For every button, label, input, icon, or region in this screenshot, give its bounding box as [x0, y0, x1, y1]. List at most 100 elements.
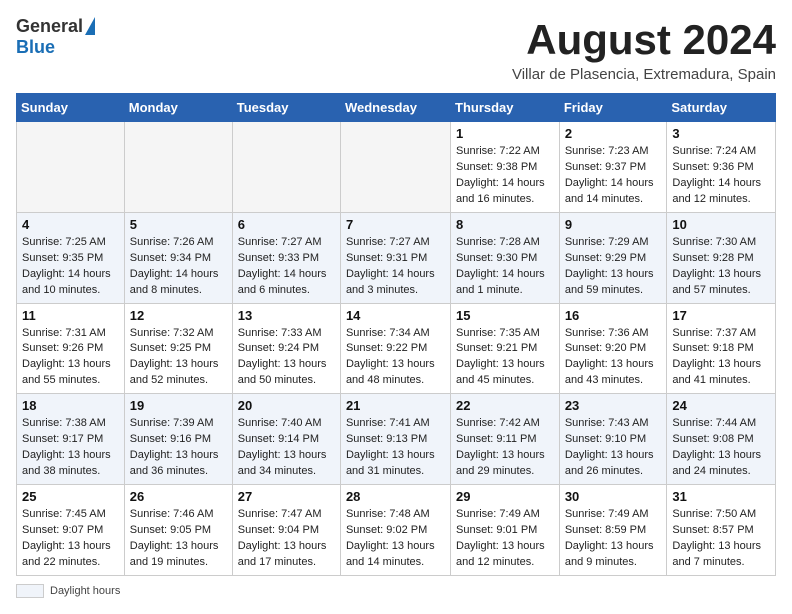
- day-info: Sunrise: 7:27 AM Sunset: 9:31 PM Dayligh…: [346, 235, 445, 299]
- col-header-tuesday: Tuesday: [232, 94, 340, 122]
- day-number: 4: [22, 217, 119, 232]
- day-info: Sunrise: 7:33 AM Sunset: 9:24 PM Dayligh…: [238, 326, 335, 390]
- calendar-cell: [340, 122, 450, 213]
- day-number: 17: [672, 308, 770, 323]
- calendar-cell: 9 Sunrise: 7:29 AM Sunset: 9:29 PM Daylig…: [559, 212, 667, 303]
- day-info: Sunrise: 7:31 AM Sunset: 9:26 PM Dayligh…: [22, 326, 119, 390]
- calendar-cell: 12 Sunrise: 7:32 AM Sunset: 9:25 PM Dayli…: [124, 303, 232, 394]
- day-info: Sunrise: 7:35 AM Sunset: 9:21 PM Dayligh…: [456, 326, 554, 390]
- day-number: 20: [238, 398, 335, 413]
- calendar-cell: 21 Sunrise: 7:41 AM Sunset: 9:13 PM Dayli…: [340, 394, 450, 485]
- col-header-thursday: Thursday: [451, 94, 560, 122]
- day-number: 21: [346, 398, 445, 413]
- day-number: 24: [672, 398, 770, 413]
- day-number: 7: [346, 217, 445, 232]
- logo-blue: Blue: [16, 37, 55, 58]
- calendar-cell: 10Sunrise: 7:30 AM Sunset: 9:28 PM Dayli…: [667, 212, 776, 303]
- calendar-cell: 15Sunrise: 7:35 AM Sunset: 9:21 PM Dayli…: [451, 303, 560, 394]
- day-info: Sunrise: 7:29 AM Sunset: 9:29 PM Dayligh…: [565, 235, 662, 299]
- day-info: Sunrise: 7:30 AM Sunset: 9:28 PM Dayligh…: [672, 235, 770, 299]
- day-number: 13: [238, 308, 335, 323]
- day-info: Sunrise: 7:39 AM Sunset: 9:16 PM Dayligh…: [130, 416, 227, 480]
- calendar-cell: 19 Sunrise: 7:39 AM Sunset: 9:16 PM Dayli…: [124, 394, 232, 485]
- day-number: 6: [238, 217, 335, 232]
- day-number: 1: [456, 126, 554, 141]
- day-info: Sunrise: 7:32 AM Sunset: 9:25 PM Dayligh…: [130, 326, 227, 390]
- day-info: Sunrise: 7:24 AM Sunset: 9:36 PM Dayligh…: [672, 144, 770, 208]
- day-info: Sunrise: 7:27 AM Sunset: 9:33 PM Dayligh…: [238, 235, 335, 299]
- calendar-cell: 17 Sunrise: 7:37 AM Sunset: 9:18 PM Dayli…: [667, 303, 776, 394]
- day-info: Sunrise: 7:22 AM Sunset: 9:38 PM Dayligh…: [456, 144, 554, 208]
- logo-triangle-icon: [85, 17, 95, 35]
- day-number: 16: [565, 308, 662, 323]
- day-info: Sunrise: 7:42 AM Sunset: 9:11 PM Dayligh…: [456, 416, 554, 480]
- col-header-monday: Monday: [124, 94, 232, 122]
- col-header-friday: Friday: [559, 94, 667, 122]
- calendar-cell: [124, 122, 232, 213]
- calendar-cell: 29 Sunrise: 7:49 AM Sunset: 9:01 PM Dayli…: [451, 485, 560, 576]
- day-info: Sunrise: 7:36 AM Sunset: 9:20 PM Dayligh…: [565, 326, 662, 390]
- calendar-cell: 6 Sunrise: 7:27 AM Sunset: 9:33 PM Daylig…: [232, 212, 340, 303]
- day-info: Sunrise: 7:50 AM Sunset: 8:57 PM Dayligh…: [672, 507, 770, 571]
- day-info: Sunrise: 7:40 AM Sunset: 9:14 PM Dayligh…: [238, 416, 335, 480]
- day-number: 5: [130, 217, 227, 232]
- day-info: Sunrise: 7:37 AM Sunset: 9:18 PM Dayligh…: [672, 326, 770, 390]
- day-number: 30: [565, 489, 662, 504]
- day-info: Sunrise: 7:49 AM Sunset: 8:59 PM Dayligh…: [565, 507, 662, 571]
- calendar-table: SundayMondayTuesdayWednesdayThursdayFrid…: [16, 93, 776, 576]
- footer-daylight: Daylight hours: [16, 584, 120, 598]
- day-info: Sunrise: 7:47 AM Sunset: 9:04 PM Dayligh…: [238, 507, 335, 571]
- logo-general: General: [16, 16, 83, 37]
- calendar-cell: 24 Sunrise: 7:44 AM Sunset: 9:08 PM Dayli…: [667, 394, 776, 485]
- day-number: 11: [22, 308, 119, 323]
- calendar-cell: 8Sunrise: 7:28 AM Sunset: 9:30 PM Daylig…: [451, 212, 560, 303]
- day-number: 25: [22, 489, 119, 504]
- day-info: Sunrise: 7:44 AM Sunset: 9:08 PM Dayligh…: [672, 416, 770, 480]
- day-number: 29: [456, 489, 554, 504]
- day-number: 31: [672, 489, 770, 504]
- day-info: Sunrise: 7:46 AM Sunset: 9:05 PM Dayligh…: [130, 507, 227, 571]
- day-info: Sunrise: 7:41 AM Sunset: 9:13 PM Dayligh…: [346, 416, 445, 480]
- day-info: Sunrise: 7:38 AM Sunset: 9:17 PM Dayligh…: [22, 416, 119, 480]
- calendar-cell: 26Sunrise: 7:46 AM Sunset: 9:05 PM Dayli…: [124, 485, 232, 576]
- day-info: Sunrise: 7:28 AM Sunset: 9:30 PM Dayligh…: [456, 235, 554, 299]
- day-number: 3: [672, 126, 770, 141]
- day-info: Sunrise: 7:34 AM Sunset: 9:22 PM Dayligh…: [346, 326, 445, 390]
- col-header-sunday: Sunday: [17, 94, 125, 122]
- calendar-cell: 28Sunrise: 7:48 AM Sunset: 9:02 PM Dayli…: [340, 485, 450, 576]
- day-info: Sunrise: 7:23 AM Sunset: 9:37 PM Dayligh…: [565, 144, 662, 208]
- day-number: 22: [456, 398, 554, 413]
- day-number: 12: [130, 308, 227, 323]
- calendar-cell: 23 Sunrise: 7:43 AM Sunset: 9:10 PM Dayli…: [559, 394, 667, 485]
- calendar-cell: 5 Sunrise: 7:26 AM Sunset: 9:34 PM Daylig…: [124, 212, 232, 303]
- calendar-cell: 31 Sunrise: 7:50 AM Sunset: 8:57 PM Dayli…: [667, 485, 776, 576]
- day-number: 23: [565, 398, 662, 413]
- title-area: August 2024 Villar de Plasencia, Extrema…: [512, 16, 776, 83]
- calendar-cell: 30 Sunrise: 7:49 AM Sunset: 8:59 PM Dayli…: [559, 485, 667, 576]
- day-info: Sunrise: 7:25 AM Sunset: 9:35 PM Dayligh…: [22, 235, 119, 299]
- day-info: Sunrise: 7:43 AM Sunset: 9:10 PM Dayligh…: [565, 416, 662, 480]
- calendar-cell: 11 Sunrise: 7:31 AM Sunset: 9:26 PM Dayli…: [17, 303, 125, 394]
- footer: Daylight hours: [16, 584, 776, 598]
- month-title: August 2024: [512, 16, 776, 64]
- day-info: Sunrise: 7:45 AM Sunset: 9:07 PM Dayligh…: [22, 507, 119, 571]
- col-header-saturday: Saturday: [667, 94, 776, 122]
- calendar-cell: 14 Sunrise: 7:34 AM Sunset: 9:22 PM Dayli…: [340, 303, 450, 394]
- day-number: 9: [565, 217, 662, 232]
- calendar-cell: 7 Sunrise: 7:27 AM Sunset: 9:31 PM Daylig…: [340, 212, 450, 303]
- daylight-box: [16, 584, 44, 598]
- calendar-cell: 25 Sunrise: 7:45 AM Sunset: 9:07 PM Dayli…: [17, 485, 125, 576]
- day-info: Sunrise: 7:26 AM Sunset: 9:34 PM Dayligh…: [130, 235, 227, 299]
- calendar-cell: 22 Sunrise: 7:42 AM Sunset: 9:11 PM Dayli…: [451, 394, 560, 485]
- day-number: 19: [130, 398, 227, 413]
- col-header-wednesday: Wednesday: [340, 94, 450, 122]
- calendar-cell: 20 Sunrise: 7:40 AM Sunset: 9:14 PM Dayli…: [232, 394, 340, 485]
- day-number: 14: [346, 308, 445, 323]
- day-number: 18: [22, 398, 119, 413]
- day-info: Sunrise: 7:49 AM Sunset: 9:01 PM Dayligh…: [456, 507, 554, 571]
- calendar-cell: 1 Sunrise: 7:22 AM Sunset: 9:38 PM Daylig…: [451, 122, 560, 213]
- location-subtitle: Villar de Plasencia, Extremadura, Spain: [512, 66, 776, 83]
- calendar-cell: 27Sunrise: 7:47 AM Sunset: 9:04 PM Dayli…: [232, 485, 340, 576]
- calendar-cell: [232, 122, 340, 213]
- calendar-cell: 18 Sunrise: 7:38 AM Sunset: 9:17 PM Dayli…: [17, 394, 125, 485]
